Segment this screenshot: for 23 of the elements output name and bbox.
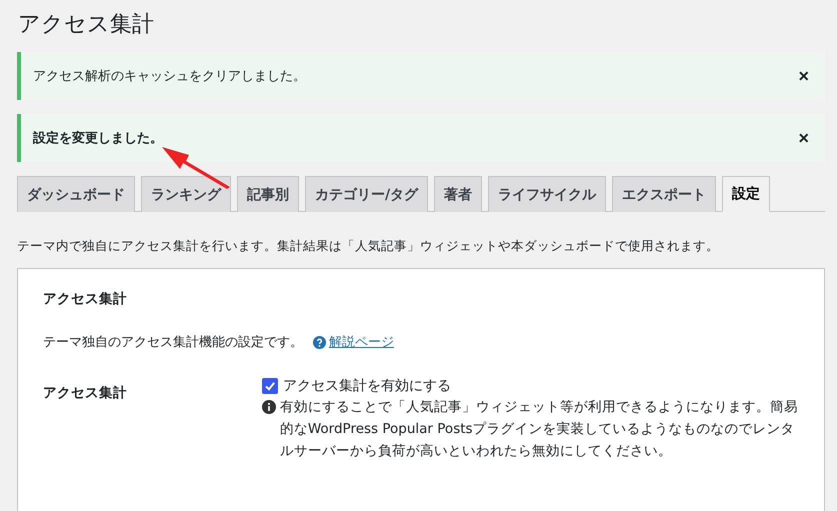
tab[interactable]: ランキング	[141, 176, 231, 212]
panel-heading: アクセス集計	[43, 290, 128, 308]
tab[interactable]: エクスポート	[612, 176, 716, 212]
tab[interactable]: ライフサイクル	[488, 176, 606, 212]
checkbox-label: アクセス集計を有効にする	[282, 377, 451, 395]
page-title: アクセス集計	[17, 11, 155, 39]
setting-label: アクセス集計	[43, 384, 128, 403]
tab[interactable]: 設定	[722, 176, 770, 212]
tab[interactable]: カテゴリー/タグ	[305, 176, 428, 212]
info-icon	[262, 400, 276, 414]
close-button[interactable]: ×	[794, 66, 813, 86]
tab[interactable]: ダッシュボード	[17, 176, 135, 212]
checkbox[interactable]	[262, 378, 278, 394]
help-link[interactable]: 解説ページ	[329, 333, 394, 351]
tab[interactable]: 記事別	[237, 176, 299, 212]
help-icon	[313, 336, 326, 348]
close-button[interactable]: ×	[794, 128, 813, 148]
tab[interactable]: 著者	[434, 176, 482, 212]
notice-message: アクセス解析のキャッシュをクリアしました。	[33, 68, 306, 85]
note-text: 有効にすることで「人気記事」ウィジェット等が利用できるようになります。簡易的なWordPress Popular Postsプラグインを実装しているようなものなのでレンタルサーバーから負荷が高いといわれたら無効にしてください。	[280, 398, 799, 461]
intro-text: テーマ独自のアクセス集計機能の設定です。	[43, 334, 303, 351]
description-text: テーマ内で独自にアクセス集計を行います。集計結果は「人気記事」ウィジェットや本ダッシュボードで使用されます。	[17, 238, 720, 255]
notice-message: 設定を変更しました。	[33, 130, 163, 147]
